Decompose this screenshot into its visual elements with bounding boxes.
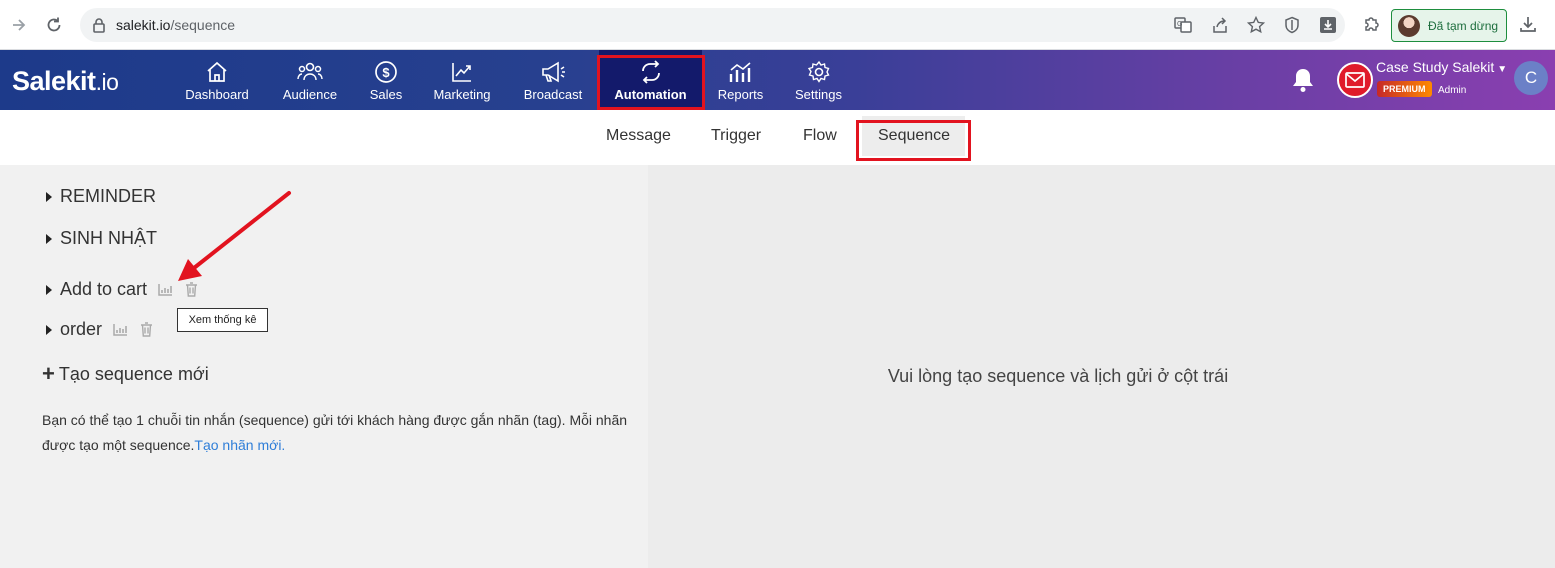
sequence-detail-panel: Vui lòng tạo sequence và lịch gửi ở cột … [648,165,1555,568]
forward-icon[interactable] [6,12,32,38]
tab-message[interactable]: Message [606,127,671,145]
url-host: salekit.io [116,17,171,33]
profile-chip[interactable]: Đã tạm dừng [1391,9,1507,42]
chart-up-icon [449,59,475,85]
create-tag-link[interactable]: Tạo nhãn mới. [194,437,285,453]
sequence-label: Add to cart [60,279,148,299]
sequence-item-sinh-nhat[interactable]: SINH NHẬT [46,228,157,249]
svg-text:G: G [1177,21,1182,28]
sequence-item-reminder[interactable]: REMINDER [46,186,156,207]
app-header: Salekit.io Dashboard Audience $ Sales Ma… [0,50,1555,110]
new-sequence-button[interactable]: + Tạo sequence mới [42,361,209,387]
download-extension-icon[interactable] [1318,15,1338,35]
reload-icon[interactable] [41,12,67,38]
menu-audience[interactable]: Audience [277,50,343,110]
menu-broadcast[interactable]: Broadcast [518,50,588,110]
menu-reports[interactable]: Reports [713,50,768,110]
star-icon[interactable] [1246,15,1266,35]
users-icon [297,59,323,85]
logo-suffix: .io [95,69,119,95]
description-body: Bạn có thể tạo 1 chuỗi tin nhắn (sequenc… [42,412,628,453]
gear-icon [806,59,832,85]
menu-sales[interactable]: $ Sales [364,50,408,110]
stats-tooltip: Xem thống kê [177,308,268,332]
profile-label: Đã tạm dừng [1428,18,1499,33]
sequence-label: order [60,319,103,339]
sequence-label: REMINDER [60,186,157,206]
megaphone-icon [540,59,566,85]
menu-label: Sales [369,86,403,102]
sequence-item-order[interactable]: order [46,319,154,340]
profile-avatar [1398,14,1420,37]
puzzle-icon[interactable] [1360,12,1384,36]
stats-icon[interactable] [112,322,128,338]
premium-badge: PREMIUM [1377,81,1432,97]
account-role: Admin [1438,85,1467,96]
salekit-logo[interactable]: Salekit.io [12,66,119,97]
downloads-icon[interactable] [1517,13,1539,35]
account-menu[interactable]: Case Study Salekit ▼ [1376,59,1507,75]
trash-icon[interactable] [138,322,154,338]
sub-tabs: Message Trigger Flow Sequence [0,110,1555,165]
menu-label: Broadcast [523,86,583,102]
sequence-item-add-to-cart[interactable]: Add to cart [46,279,199,300]
menu-settings[interactable]: Settings [790,50,847,110]
plus-icon: + [42,361,55,386]
address-bar[interactable]: salekit.io/sequence G [80,8,1345,42]
url-text: salekit.io/sequence [116,17,235,33]
logo-main: Salekit [12,66,96,96]
home-icon [204,59,230,85]
stats-icon[interactable] [157,282,173,298]
svg-text:$: $ [382,65,390,80]
tab-flow[interactable]: Flow [803,127,837,145]
account-name: Case Study Salekit [1376,59,1495,75]
caret-down-icon: ▼ [1497,64,1508,75]
menu-label: Marketing [433,86,491,102]
url-path: /sequence [170,17,236,33]
caret-right-icon [46,284,52,295]
sequence-label: SINH NHẬT [60,228,158,248]
lock-icon [92,17,106,38]
tab-trigger[interactable]: Trigger [711,127,761,145]
caret-right-icon [46,233,52,244]
menu-label: Dashboard [185,86,249,102]
caret-right-icon [46,324,52,335]
shield-icon[interactable] [1282,15,1302,35]
trash-icon[interactable] [183,282,199,298]
automation-highlight-box [597,55,705,110]
empty-state-message: Vui lòng tạo sequence và lịch gửi ở cột … [887,366,1229,386]
menu-label: Settings [795,86,842,102]
dollar-icon: $ [373,59,399,85]
avatar[interactable]: C [1514,61,1548,95]
browser-toolbar: salekit.io/sequence G Đã tạm dừng [0,0,1555,50]
caret-right-icon [46,191,52,202]
description-text: Bạn có thể tạo 1 chuỗi tin nhắn (sequenc… [42,408,632,458]
menu-label: Audience [282,86,338,102]
new-sequence-label: Tạo sequence mới [58,363,209,384]
translate-icon[interactable]: G [1173,15,1193,35]
reports-icon [728,59,754,85]
mail-icon[interactable] [1337,62,1373,98]
menu-dashboard[interactable]: Dashboard [180,50,254,110]
bell-icon[interactable] [1291,66,1315,94]
sequence-highlight-box [856,120,971,161]
share-icon[interactable] [1210,15,1230,35]
menu-label: Reports [717,86,764,102]
menu-marketing[interactable]: Marketing [427,50,497,110]
